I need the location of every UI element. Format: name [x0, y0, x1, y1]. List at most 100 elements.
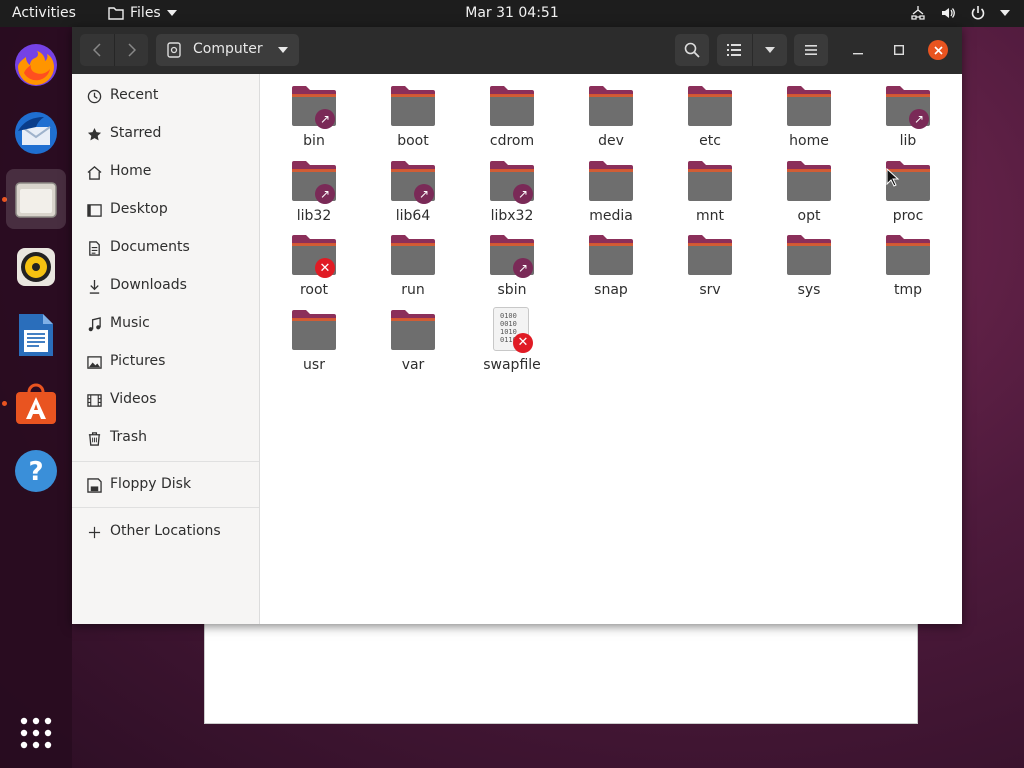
forward-button[interactable]	[115, 34, 149, 66]
clock[interactable]: Mar 31 04:51	[465, 5, 558, 21]
folder-icon	[391, 309, 435, 350]
file-name: var	[401, 356, 425, 373]
dock-firefox[interactable]	[6, 35, 66, 95]
path-bar-computer[interactable]: Computer	[156, 34, 299, 66]
activities-button[interactable]: Activities	[12, 5, 76, 21]
sidebar-item-label: Other Locations	[110, 523, 221, 539]
dock-thunderbird[interactable]	[6, 103, 66, 163]
sidebar-item-documents[interactable]: Documents	[72, 233, 259, 263]
firefox-icon	[15, 44, 57, 86]
minimize-button[interactable]	[848, 40, 868, 60]
folder-item[interactable]: ✕ root	[269, 226, 359, 298]
document-icon	[86, 240, 102, 256]
folder-item[interactable]: opt	[764, 152, 854, 224]
chevron-down-icon	[278, 47, 288, 53]
folder-item[interactable]: srv	[665, 226, 755, 298]
list-view-icon	[727, 44, 741, 56]
back-button[interactable]	[80, 34, 114, 66]
file-name: home	[789, 133, 829, 149]
help-icon: ?	[15, 450, 57, 492]
symlink-emblem-icon: ↗	[909, 109, 929, 129]
folder-item[interactable]: cdrom	[467, 77, 557, 149]
search-button[interactable]	[675, 34, 709, 66]
folder-item[interactable]: snap	[566, 226, 656, 298]
show-applications-button[interactable]	[6, 703, 66, 763]
folder-item[interactable]: media	[566, 152, 656, 224]
dock-ubuntu-software[interactable]	[6, 373, 66, 433]
view-options	[717, 34, 787, 66]
sidebar-item-music[interactable]: Music	[72, 309, 259, 339]
symlink-emblem-icon: ↗	[414, 183, 434, 204]
close-button[interactable]	[928, 40, 948, 60]
network-icon	[911, 6, 925, 20]
header-bar: Computer	[72, 27, 962, 74]
folder-item[interactable]: dev	[566, 77, 656, 149]
folder-icon	[589, 235, 633, 275]
folder-item[interactable]: etc	[665, 77, 755, 149]
video-icon	[86, 392, 102, 408]
no-access-emblem-icon: ✕	[513, 332, 533, 353]
folder-item[interactable]: tmp	[863, 226, 953, 298]
folder-icon	[589, 86, 633, 126]
sidebar-item-trash[interactable]: Trash	[72, 423, 259, 453]
sidebar-divider	[72, 461, 259, 462]
dock-help[interactable]: ?	[6, 441, 66, 501]
maximize-button[interactable]	[889, 40, 909, 60]
main-menu-button[interactable]	[794, 34, 828, 66]
path-label: Computer	[193, 41, 263, 57]
folder-item[interactable]: ↗ lib	[863, 77, 953, 149]
sidebar-item-other-locations[interactable]: Other Locations	[72, 517, 259, 547]
file-name: tmp	[893, 282, 922, 298]
picture-icon	[86, 354, 102, 370]
list-view-button[interactable]	[717, 34, 751, 66]
sidebar-item-floppy-disk[interactable]: Floppy Disk	[72, 470, 259, 500]
folder-item[interactable]: mnt	[665, 152, 755, 224]
background-window[interactable]	[204, 610, 918, 724]
sidebar-item-videos[interactable]: Videos	[72, 385, 259, 415]
app-menu[interactable]: Files	[108, 5, 177, 21]
power-icon	[971, 6, 985, 20]
file-name: mnt	[696, 207, 724, 224]
file-name: opt	[797, 207, 821, 224]
home-icon	[86, 164, 102, 180]
folder-item[interactable]: ↗ lib32	[269, 152, 359, 224]
folder-item[interactable]: sys	[764, 226, 854, 298]
sidebar-item-recent[interactable]: Recent	[72, 81, 259, 111]
folder-item[interactable]: ↗ sbin	[467, 226, 557, 298]
sidebar-item-label: Home	[110, 163, 152, 179]
music-icon	[86, 316, 102, 332]
sidebar-item-home[interactable]: Home	[72, 157, 259, 187]
folder-item[interactable]: boot	[368, 77, 458, 149]
sidebar-item-pictures[interactable]: Pictures	[72, 347, 259, 377]
file-item[interactable]: 0100 0010 1010 0110 ✕ swapfile	[467, 301, 557, 373]
sidebar-item-desktop[interactable]: Desktop	[72, 195, 259, 225]
sidebar-item-label: Music	[110, 315, 150, 331]
chevron-down-icon	[765, 47, 775, 53]
folder-item[interactable]: home	[764, 77, 854, 149]
folder-item[interactable]: var	[368, 301, 458, 373]
symlink-emblem-icon: ↗	[315, 109, 335, 129]
sidebar-item-label: Videos	[110, 391, 157, 407]
sidebar: Recent Starred Home Desktop Documents Do…	[72, 74, 260, 624]
sidebar-item-downloads[interactable]: Downloads	[72, 271, 259, 301]
folder-item[interactable]: run	[368, 226, 458, 298]
folder-item[interactable]: proc	[863, 152, 953, 224]
mouse-cursor-icon	[886, 168, 900, 187]
file-name: media	[589, 207, 633, 224]
dock-rhythmbox[interactable]	[6, 237, 66, 297]
folder-icon	[787, 160, 831, 201]
file-view[interactable]: ↗ bin boot cdrom dev etc home ↗ lib ↗ lib32 ↗ lib64 ↗…	[261, 74, 962, 624]
folder-item[interactable]: ↗ libx32	[467, 152, 557, 224]
dock-writer[interactable]	[6, 305, 66, 365]
thunderbird-icon	[15, 112, 57, 154]
folder-item[interactable]: ↗ lib64	[368, 152, 458, 224]
writer-icon	[19, 314, 53, 356]
folder-item[interactable]: ↗ bin	[269, 77, 359, 149]
dock-files[interactable]	[6, 169, 66, 229]
dock: ?	[0, 27, 72, 768]
sidebar-item-starred[interactable]: Starred	[72, 119, 259, 149]
folder-item[interactable]: usr	[269, 301, 359, 373]
clock-icon	[86, 88, 102, 104]
view-menu-button[interactable]	[753, 34, 787, 66]
system-tray[interactable]	[910, 5, 1010, 21]
